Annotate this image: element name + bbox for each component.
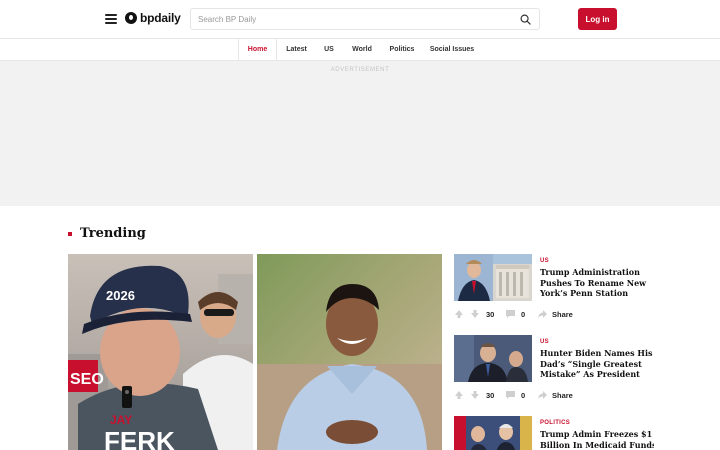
share-label: Share bbox=[552, 309, 573, 319]
thumbs-up-icon bbox=[455, 310, 463, 318]
advertisement-label: ADVERTISEMENT bbox=[330, 67, 390, 73]
comment-button[interactable] bbox=[505, 390, 516, 400]
story-actions: 30 0 Share bbox=[454, 390, 654, 400]
logo-mark-icon bbox=[125, 12, 137, 24]
trending-title: Trending bbox=[80, 226, 146, 241]
hero-image-left[interactable]: SEO FERK JAY 2026 bbox=[68, 254, 253, 450]
trending-story-1: US Trump Administration Pushes To Rename… bbox=[454, 254, 654, 324]
hero-shirt-name: JAY bbox=[110, 413, 132, 427]
share-button[interactable]: Share bbox=[537, 309, 573, 319]
trending-heading: Trending bbox=[68, 226, 146, 241]
vote-count: 30 bbox=[486, 310, 495, 319]
downvote-button[interactable] bbox=[470, 390, 480, 400]
hero-cap-text: 2026 bbox=[106, 288, 135, 303]
hero-shirt-text: FERK bbox=[104, 426, 175, 450]
share-icon bbox=[538, 391, 547, 399]
story-category[interactable]: US bbox=[540, 339, 549, 345]
comment-button[interactable] bbox=[505, 309, 516, 319]
thumbs-down-icon bbox=[471, 310, 479, 318]
story-category[interactable]: POLITICS bbox=[540, 420, 570, 426]
hero-sign-text: SEO bbox=[70, 371, 104, 388]
story-thumbnail[interactable] bbox=[454, 254, 532, 301]
nav-tab-social-issues[interactable]: Social Issues bbox=[428, 39, 476, 60]
nav-tab-latest[interactable]: Latest bbox=[283, 39, 310, 60]
nav-tab-home[interactable]: Home bbox=[238, 39, 277, 60]
main-nav: Home Latest US World Politics Social Iss… bbox=[0, 38, 720, 61]
vote-count: 30 bbox=[486, 391, 495, 400]
comment-icon bbox=[506, 310, 515, 318]
comment-icon bbox=[506, 391, 515, 399]
story-actions: 30 0 Share bbox=[454, 309, 654, 319]
section-marker-icon bbox=[68, 231, 72, 236]
story-title[interactable]: Trump Admin Freezes $1 Billion In Medica… bbox=[540, 429, 654, 450]
thumbs-up-icon bbox=[455, 391, 463, 399]
hamburger-menu-icon[interactable] bbox=[105, 14, 117, 24]
thumbs-down-icon bbox=[471, 391, 479, 399]
upvote-button[interactable] bbox=[454, 309, 464, 319]
search-box bbox=[190, 8, 540, 30]
advertisement-slot[interactable]: ADVERTISEMENT bbox=[0, 61, 720, 206]
nav-tab-world[interactable]: World bbox=[349, 39, 375, 60]
nav-tab-us[interactable]: US bbox=[320, 39, 338, 60]
search-icon[interactable] bbox=[520, 14, 531, 25]
hero-image-right[interactable] bbox=[257, 254, 442, 450]
login-button[interactable]: Log in bbox=[578, 8, 617, 30]
logo-text: bpdaily bbox=[140, 11, 181, 25]
trending-story-3: POLITICS Trump Admin Freezes $1 Billion … bbox=[454, 416, 654, 450]
share-label: Share bbox=[552, 390, 573, 400]
story-title[interactable]: Hunter Biden Names His Dad’s “Single Gre… bbox=[540, 348, 660, 380]
comment-count: 0 bbox=[521, 391, 526, 400]
search-input[interactable] bbox=[198, 9, 498, 30]
comment-count: 0 bbox=[521, 310, 526, 319]
site-logo[interactable]: bpdaily bbox=[125, 11, 181, 25]
site-header: bpdaily Log in bbox=[0, 0, 720, 38]
downvote-button[interactable] bbox=[470, 309, 480, 319]
story-title[interactable]: Trump Administration Pushes To Rename Ne… bbox=[540, 267, 660, 299]
story-category[interactable]: US bbox=[540, 258, 549, 264]
story-thumbnail[interactable] bbox=[454, 416, 532, 450]
share-button[interactable]: Share bbox=[537, 390, 573, 400]
share-icon bbox=[538, 310, 547, 318]
story-thumbnail[interactable] bbox=[454, 335, 532, 382]
upvote-button[interactable] bbox=[454, 390, 464, 400]
nav-tab-politics[interactable]: Politics bbox=[387, 39, 417, 60]
trending-story-2: US Hunter Biden Names His Dad’s “Single … bbox=[454, 335, 654, 405]
